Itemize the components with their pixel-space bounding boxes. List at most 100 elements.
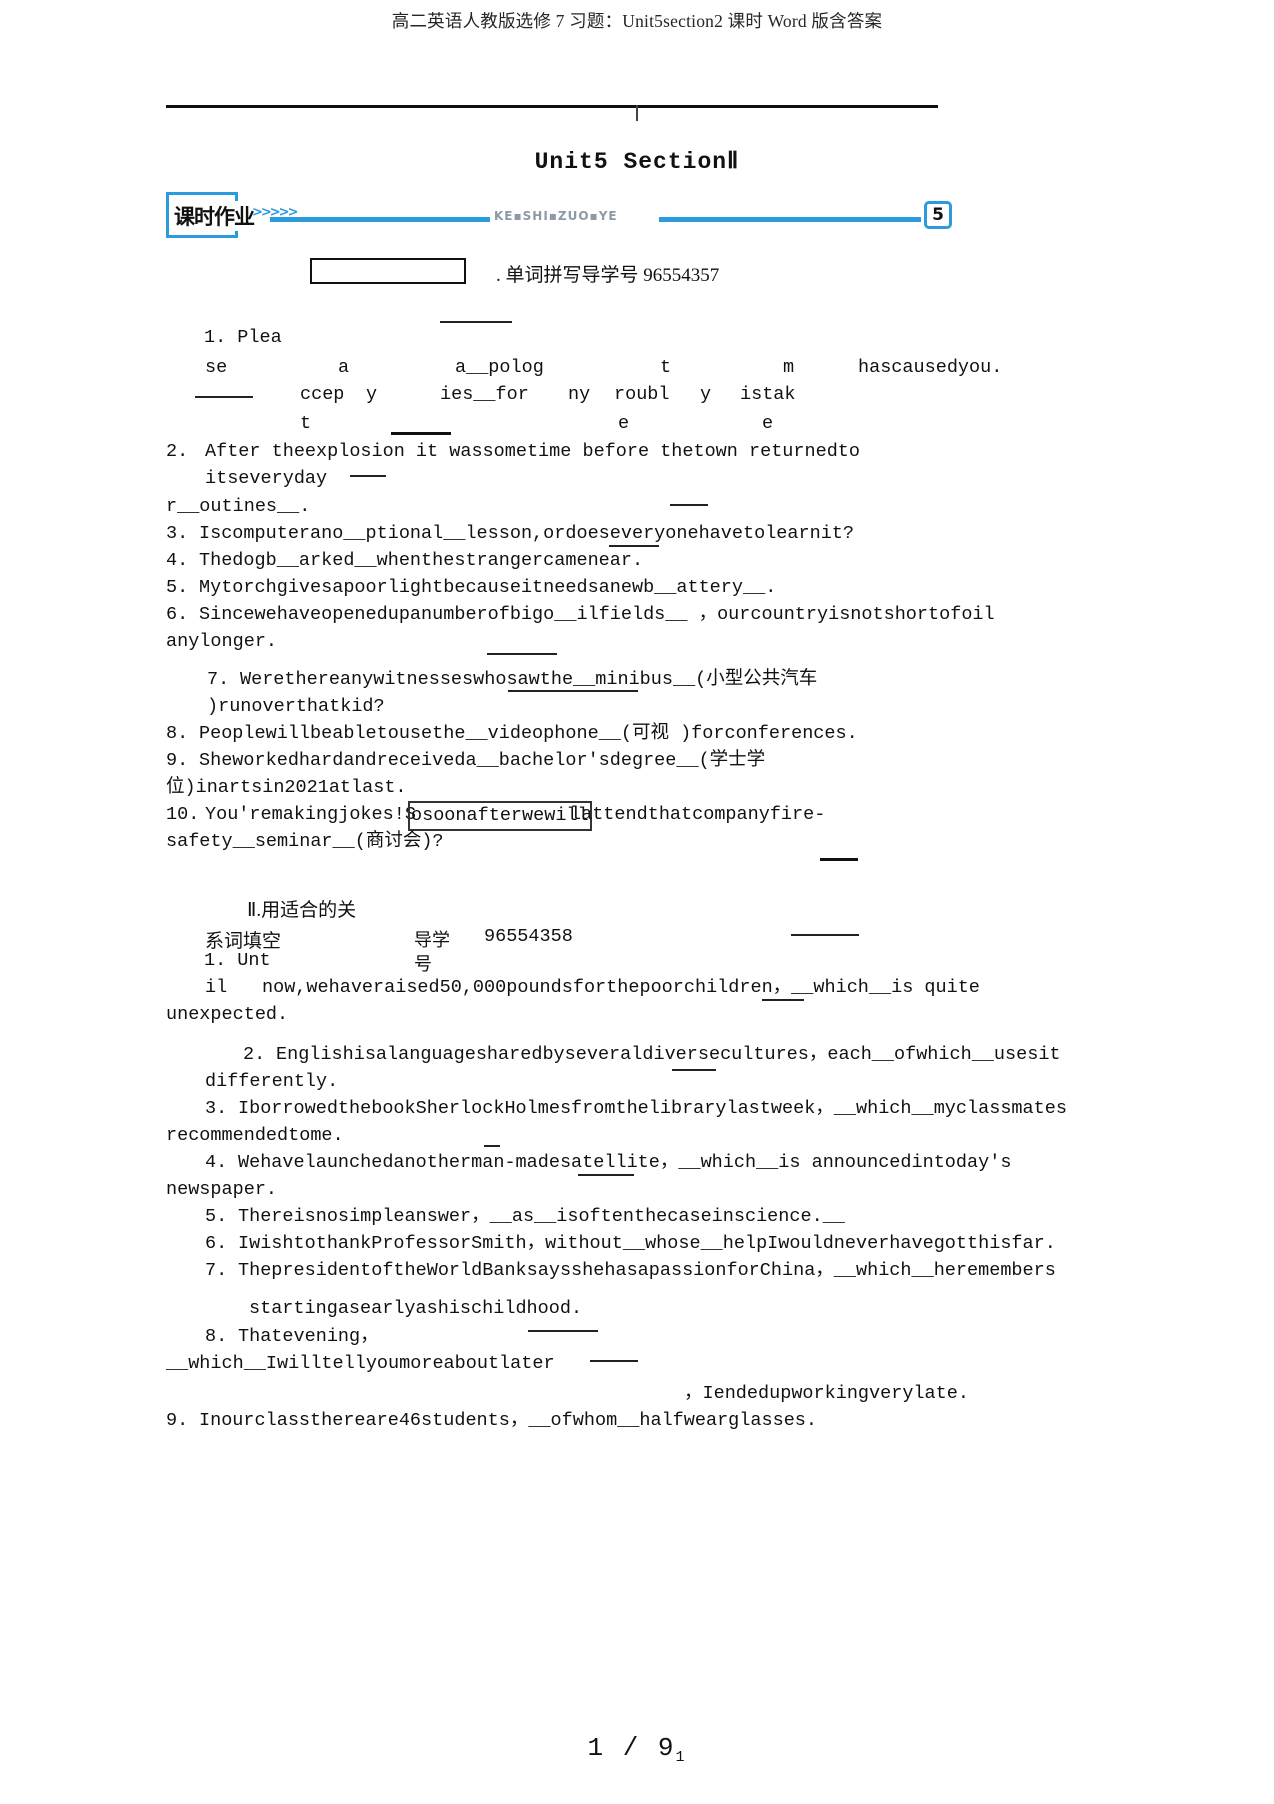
item-6-line-2: anylonger. <box>166 631 278 652</box>
item-2-number: 2. <box>166 441 189 462</box>
rel-item-9-text: Inourclassthereare46students，__ofwhom__h… <box>199 1410 817 1431</box>
item-10-line-1-post: lattendthatcompanyfire- <box>570 804 826 825</box>
banner-badge: 5 <box>924 201 952 229</box>
rel-item-8-line-1: Thatevening， <box>238 1326 379 1347</box>
stray-rule <box>578 1174 634 1176</box>
rel-item-1-frag: il <box>205 977 228 998</box>
header-rule-tick <box>636 105 638 121</box>
rel-item-5-number: 5. <box>205 1206 228 1227</box>
rel-item-5-text: Thereisnosimpleanswer，__as__isoftentheca… <box>238 1206 845 1227</box>
item-9-number: 9. <box>166 750 189 771</box>
item-1-frag-i: ies__for <box>440 384 529 405</box>
document-page: 高二英语人教版选修 7 习题：Unit5section2 课时 Word 版含答… <box>0 0 1274 1804</box>
stray-rule <box>508 690 638 692</box>
stray-rule <box>762 999 804 1001</box>
item-1-frag-p: e <box>762 413 774 434</box>
section-one-title: . 单词拼写导学号 96554357 <box>496 265 720 286</box>
stray-rule <box>609 545 659 547</box>
item-10-highlight-box: osoonafterwewill <box>408 801 592 831</box>
rel-item-4-number: 4. <box>205 1152 228 1173</box>
homework-banner: 课时作业 >>>>> KE▪SHI▪ZUO▪YE 5 <box>166 192 952 240</box>
rel-item-7-line-2: startingasearlyashischildhood. <box>249 1298 583 1319</box>
stray-rule <box>590 1360 638 1362</box>
item-3-text: Iscomputerano__ptional__lesson,ordoeseve… <box>199 523 855 544</box>
item-5-number: 5. <box>166 577 189 598</box>
item-9-line-1: Sheworkedhardandreceiveda__bachelor'sdeg… <box>199 750 766 771</box>
stray-rule <box>487 653 557 655</box>
rel-item-3-line-2: recommendedtome. <box>166 1125 344 1146</box>
section-two-guide-number: 96554358 <box>484 926 573 947</box>
item-9-line-2: 位)inartsin2021atlast. <box>166 777 407 798</box>
item-1-frag-b: a <box>338 357 350 378</box>
rel-item-1-line-1: now,wehaveraised50,000poundsforthepoorch… <box>262 977 980 998</box>
banner-line-left <box>270 217 490 222</box>
stray-rule <box>820 858 858 861</box>
stray-rule <box>670 504 708 506</box>
item-1-frag-o: e <box>618 413 630 434</box>
item-2-line-3: r__outines__. <box>166 496 311 517</box>
item-10-line-1-pre: You'remakingjokes!S <box>205 804 416 825</box>
item-1-frag-a: se <box>205 357 228 378</box>
rel-item-2-number: 2. <box>243 1044 266 1065</box>
page-trailing: 1 <box>675 1749 687 1766</box>
item-4-number: 4. <box>166 550 189 571</box>
rel-item-9-number: 9. <box>166 1410 189 1431</box>
section-two-guide-label: 导学 <box>414 930 450 950</box>
rel-item-4-line-1: Wehavelaunchedanotherman-madesatellite，_… <box>238 1152 1012 1173</box>
rel-item-8-number: 8. <box>205 1326 228 1347</box>
rel-item-8-line-2: __which__Iwilltellyoumoreaboutlater <box>166 1353 555 1374</box>
banner-line-right <box>659 217 921 222</box>
item-1-number: 1. Plea <box>204 327 282 348</box>
item-5-text: Mytorchgivesapoorlightbecauseitneedsanew… <box>199 577 777 598</box>
item-1-frag-f: hascausedyou. <box>858 357 1003 378</box>
item-10-line-2: safety__seminar__(商讨会)? <box>166 831 444 852</box>
section-one-heading: . 单词拼写导学号 96554357 <box>310 258 1010 290</box>
stray-rule <box>195 396 253 398</box>
item-7-line-2: )runoverthatkid? <box>207 696 385 717</box>
item-2-line-2: itseveryday <box>205 468 328 489</box>
section-two-title-a: Ⅱ.用适合的关 <box>247 900 357 921</box>
running-head: 高二英语人教版选修 7 习题：Unit5section2 课时 Word 版含答… <box>391 11 883 31</box>
banner-label: 课时作业 <box>172 201 256 231</box>
rel-item-1-line-2: unexpected. <box>166 1004 289 1025</box>
item-7-number: 7. <box>207 669 230 690</box>
stray-rule <box>791 934 859 936</box>
stray-rule <box>350 475 386 477</box>
header-rule <box>166 105 938 108</box>
item-8-text: Peoplewillbeabletousethe__videophone__(可… <box>199 723 858 744</box>
item-6-number: 6. <box>166 604 189 625</box>
page-current: 1 <box>587 1732 606 1763</box>
item-3-number: 3. <box>166 523 189 544</box>
rel-item-3-line-1: IborrowedthebookSherlockHolmesfromthelib… <box>238 1098 1067 1119</box>
item-1-frag-m: istak <box>740 384 796 405</box>
rel-item-6-number: 6. <box>205 1233 228 1254</box>
stray-rule <box>440 321 512 323</box>
page-title: Unit5 SectionⅡ <box>534 149 740 175</box>
rel-item-6-text: IwishtothankProfessorSmith，without__whos… <box>238 1233 1056 1254</box>
rel-item-1-number: 1. Unt <box>204 950 271 971</box>
rel-item-2-line-2: differently. <box>205 1071 339 1092</box>
rel-item-4-line-2: newspaper. <box>166 1179 278 1200</box>
item-10-number: 10. <box>166 804 200 825</box>
item-8-number: 8. <box>166 723 189 744</box>
item-2-line-1: After theexplosion it wassometime before… <box>205 441 861 462</box>
item-1-frag-d: t <box>660 357 672 378</box>
stray-rule <box>528 1330 598 1332</box>
stray-rule <box>484 1145 500 1147</box>
page-total: 9 <box>657 1732 676 1763</box>
banner-pinyin: KE▪SHI▪ZUO▪YE <box>494 209 618 223</box>
item-1-frag-k: roubl <box>614 384 670 405</box>
item-1-frag-e: m <box>783 357 795 378</box>
rel-item-8-line-3: ，Iendedupworkingverylate. <box>684 1383 969 1404</box>
rel-item-3-number: 3. <box>205 1098 228 1119</box>
rel-item-7-line-1: ThepresidentoftheWorldBanksaysshehasapas… <box>238 1260 1056 1281</box>
section-number-box <box>310 258 466 284</box>
item-1-frag-h: y <box>366 384 378 405</box>
rel-item-7-number: 7. <box>205 1260 228 1281</box>
item-1-frag-n: t <box>300 413 312 434</box>
section-two-guide-label-2: 号 <box>414 954 432 974</box>
item-4-text: Thedogb__arked__whenthestrangercamenear. <box>199 550 644 571</box>
page-footer: 1 / 91 <box>0 1733 1274 1766</box>
stray-rule <box>672 1069 716 1071</box>
item-1-frag-j: ny <box>568 384 591 405</box>
